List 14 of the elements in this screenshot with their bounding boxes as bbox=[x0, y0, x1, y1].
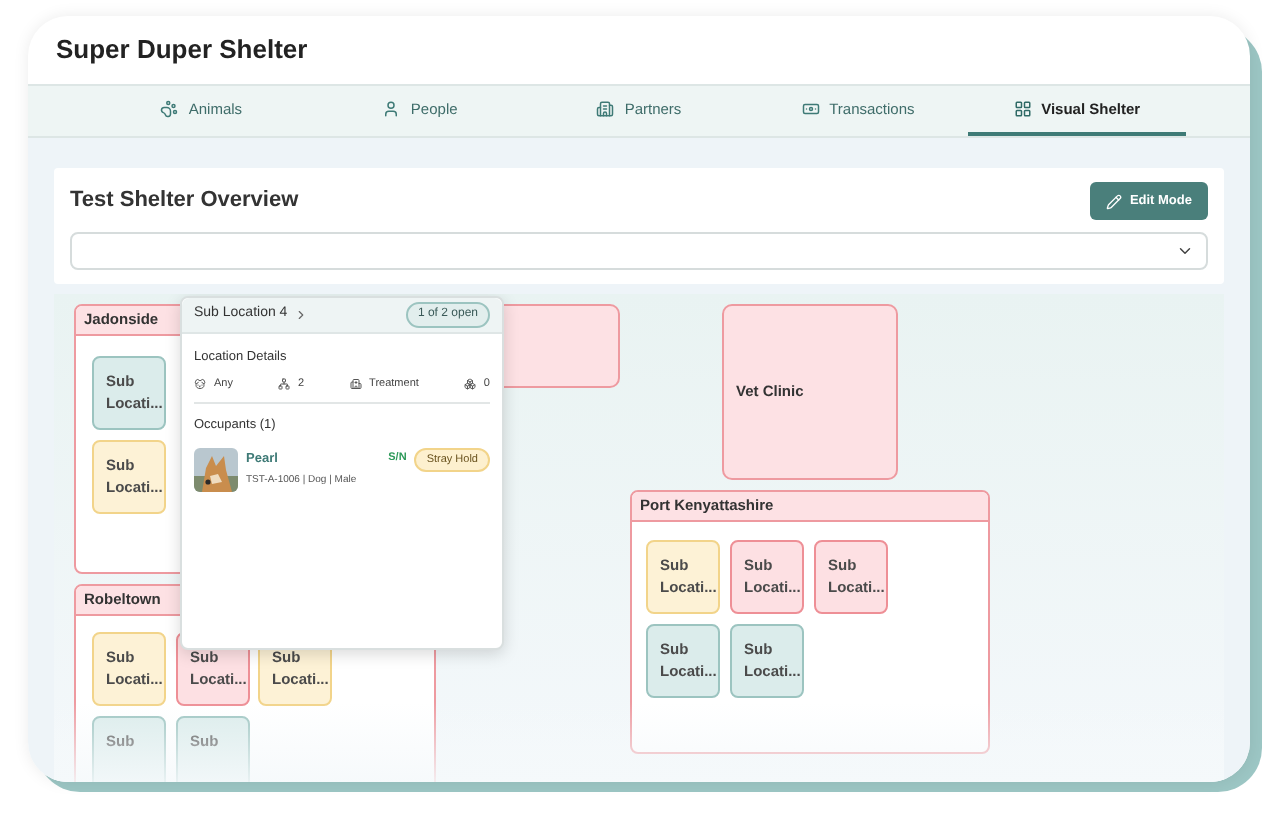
pencil-icon bbox=[1105, 193, 1122, 209]
network-icon bbox=[277, 377, 290, 390]
overview-title: Test Shelter Overview bbox=[70, 186, 299, 217]
paw-icon bbox=[160, 100, 179, 118]
hospital-icon bbox=[349, 377, 362, 390]
chevron-right-icon[interactable] bbox=[293, 308, 308, 322]
grid-icon bbox=[1013, 100, 1032, 118]
user-icon bbox=[382, 100, 401, 118]
app-title: Super Duper Shelter bbox=[56, 32, 308, 69]
building-icon bbox=[596, 100, 615, 118]
boxes-icon bbox=[463, 377, 476, 390]
banknote-icon bbox=[801, 100, 820, 118]
dog-icon bbox=[194, 377, 206, 390]
chevron-down-icon bbox=[1176, 242, 1194, 260]
